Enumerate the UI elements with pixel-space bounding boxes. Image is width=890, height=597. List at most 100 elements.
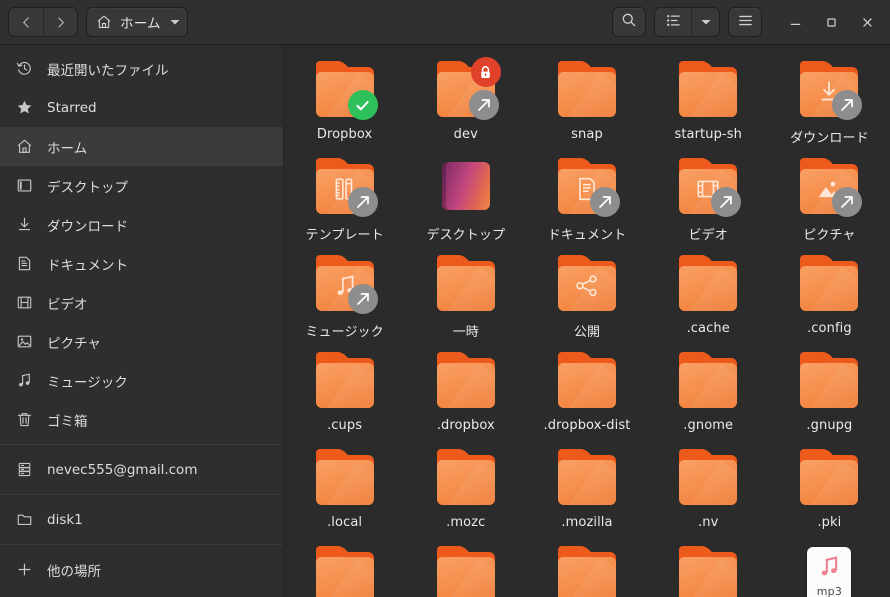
maximize-button[interactable] xyxy=(816,7,846,37)
sidebar-item-8[interactable]: ミュージック xyxy=(0,361,283,400)
file-item[interactable]: .dropbox xyxy=(405,344,526,439)
symlink-emblem-icon xyxy=(832,187,863,217)
folder-icon xyxy=(676,544,740,597)
minimize-button[interactable] xyxy=(780,7,810,37)
window-body: 最近開いたファイル Starred ホーム デスクトップ ダウンロード ドキュメント ビデオ… xyxy=(0,45,890,597)
folder-shape xyxy=(800,352,859,408)
file-item[interactable]: .cache xyxy=(648,247,769,342)
folder-icon xyxy=(313,59,378,123)
star-icon xyxy=(16,99,33,116)
folder-shape xyxy=(436,449,495,505)
file-item-label: startup-sh xyxy=(674,127,742,142)
view-list-button[interactable] xyxy=(655,8,691,36)
list-view-icon xyxy=(665,12,682,33)
trash-icon xyxy=(16,411,33,428)
folder-icon xyxy=(676,253,740,317)
sidebar-item-label: ミュージック xyxy=(47,374,128,391)
file-item[interactable]: .dropbox-dist xyxy=(526,344,647,439)
sidebar-item-7[interactable]: ピクチャ xyxy=(0,322,283,361)
file-item[interactable]: 一時 xyxy=(405,247,526,342)
hamburger-menu-icon xyxy=(737,12,754,33)
sidebar-item-9[interactable]: ゴミ箱 xyxy=(0,400,283,439)
checkmark-emblem-icon xyxy=(347,90,378,120)
sidebar-item-label: Starred xyxy=(47,99,97,116)
forward-button[interactable] xyxy=(43,8,77,36)
file-item[interactable]: ビデオ xyxy=(648,150,769,245)
sidebar-item-3[interactable]: デスクトップ xyxy=(0,166,283,205)
folder-shape xyxy=(557,61,616,117)
plus-icon xyxy=(16,561,33,578)
wallpaper-thumbnail xyxy=(441,162,490,210)
file-item[interactable]: .config xyxy=(769,247,890,342)
file-item[interactable]: startup-sh xyxy=(648,53,769,148)
folder-shape xyxy=(436,546,495,597)
folder-icon xyxy=(555,350,619,414)
sidebar-item-2[interactable]: ホーム xyxy=(0,127,283,166)
path-bar-home[interactable]: ホーム xyxy=(86,7,188,37)
file-item[interactable]: 公開 xyxy=(526,247,647,342)
file-item[interactable]: ミュージック xyxy=(284,247,405,342)
file-item[interactable]: .gnupg xyxy=(769,344,890,439)
folder-icon xyxy=(555,59,619,123)
sidebar-item-1[interactable]: Starred xyxy=(0,88,283,127)
file-item[interactable]: .local xyxy=(284,441,405,536)
file-item[interactable]: .mozilla xyxy=(526,441,647,536)
file-item[interactable]: dev xyxy=(405,53,526,148)
folder-icon xyxy=(313,253,378,317)
folder-icon xyxy=(797,156,863,220)
file-item[interactable]: デスクトップ xyxy=(405,150,526,245)
main-menu-button[interactable] xyxy=(728,7,762,37)
file-item[interactable]: .mozc xyxy=(405,441,526,536)
mp3-file-icon: mp3 xyxy=(797,544,861,597)
lock-emblem-icon xyxy=(470,57,501,87)
back-button[interactable] xyxy=(9,8,43,36)
folder-icon xyxy=(555,447,619,511)
sidebar-item-label: nevec555@gmail.com xyxy=(47,461,198,478)
header-left-group: ホーム xyxy=(8,7,188,37)
folder-shape xyxy=(557,352,616,408)
symlink-emblem-icon xyxy=(347,187,378,217)
file-item[interactable]: ドキュメント xyxy=(526,150,647,245)
file-item[interactable]: Dropbox xyxy=(284,53,405,148)
sidebar-separator xyxy=(0,444,283,445)
sidebar-item-6[interactable]: ビデオ xyxy=(0,283,283,322)
file-item[interactable]: .pki xyxy=(769,441,890,536)
file-item[interactable]: .gnome xyxy=(648,344,769,439)
sidebar-item-12[interactable]: 他の場所 xyxy=(0,550,283,589)
file-item-label: ビデオ xyxy=(688,228,728,243)
file-item[interactable]: mp3 xyxy=(769,538,890,597)
file-item-label: ダウンロード xyxy=(790,131,869,146)
chevron-down-icon[interactable] xyxy=(169,13,181,32)
sidebar-item-label: disk1 xyxy=(47,511,83,528)
home-icon xyxy=(16,138,33,155)
sidebar-item-0[interactable]: 最近開いたファイル xyxy=(0,49,283,88)
folder-icon xyxy=(434,350,498,414)
file-item[interactable] xyxy=(648,538,769,597)
file-item[interactable] xyxy=(405,538,526,597)
view-dropdown-button[interactable] xyxy=(691,8,719,36)
folder-icon xyxy=(797,447,861,511)
file-view[interactable]: Dropbox dev snap startup-sh ダウンロードテンプレート デスクト… xyxy=(284,45,890,597)
sidebar-item-5[interactable]: ドキュメント xyxy=(0,244,283,283)
sidebar-item-11[interactable]: disk1 xyxy=(0,500,283,539)
file-item-label: ピクチャ xyxy=(803,228,856,243)
symlink-emblem-icon xyxy=(832,90,863,120)
sidebar-item-10[interactable]: nevec555@gmail.com xyxy=(0,450,283,489)
file-item[interactable]: snap xyxy=(526,53,647,148)
folder-shape xyxy=(800,255,859,311)
file-item[interactable] xyxy=(284,538,405,597)
search-button[interactable] xyxy=(612,7,646,37)
file-item[interactable] xyxy=(526,538,647,597)
file-item[interactable]: ダウンロード xyxy=(769,53,890,148)
symlink-emblem-icon xyxy=(468,90,499,120)
file-item[interactable]: ピクチャ xyxy=(769,150,890,245)
folder-shape xyxy=(679,61,738,117)
symlink-emblem-icon xyxy=(347,284,378,314)
sidebar-item-4[interactable]: ダウンロード xyxy=(0,205,283,244)
file-item[interactable]: .nv xyxy=(648,441,769,536)
file-item[interactable]: .cups xyxy=(284,344,405,439)
folder-outline-icon xyxy=(16,511,33,528)
close-button[interactable] xyxy=(852,7,882,37)
folder-icon xyxy=(797,59,863,123)
file-item[interactable]: テンプレート xyxy=(284,150,405,245)
